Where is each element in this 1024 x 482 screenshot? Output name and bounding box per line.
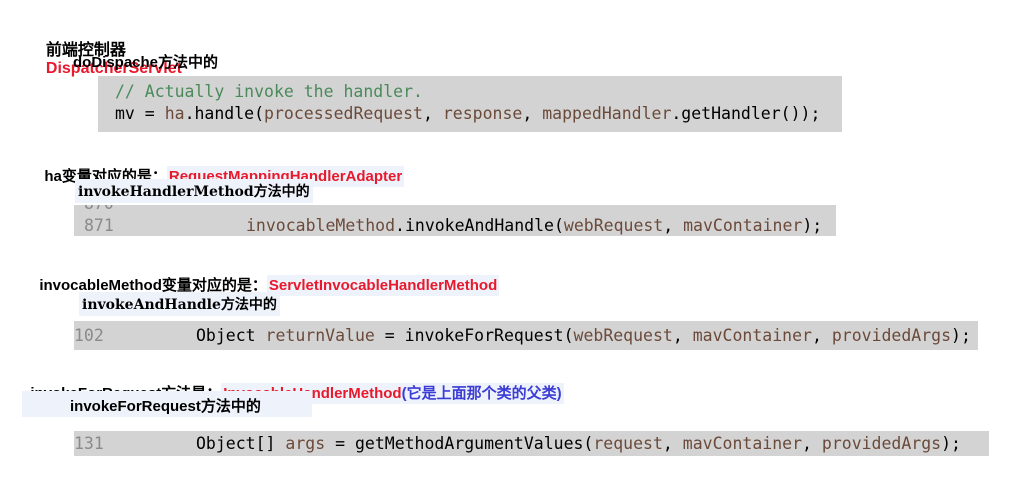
- code-comment: // Actually invoke the handler.: [115, 82, 423, 101]
- subheading-invokeandhandle: invokeAndHandle方法中的: [79, 292, 280, 316]
- code-token: = invokeForRequest(: [374, 326, 574, 345]
- code-line-getmethodargumentvalues: Object[] args = getMethodArgumentValues(…: [196, 434, 961, 453]
- code-token: webRequest: [563, 216, 664, 235]
- code-token: providedArgs: [831, 326, 952, 345]
- subheading-invokeforrequest: invokeForRequest方法中的: [22, 391, 312, 417]
- code-token: ,: [672, 326, 693, 345]
- code-token: webRequest: [573, 326, 673, 345]
- code-token: mavContainer: [692, 326, 812, 345]
- line-number: 131: [74, 434, 104, 453]
- code-token: args: [285, 434, 326, 453]
- subheading-dodispatch: doDispache方法中的: [73, 54, 219, 71]
- code-token: Object: [196, 326, 266, 345]
- code-token: ,: [522, 104, 543, 123]
- heading-invocablemethod-variable: invocableMethod变量对应的是： ServletInvocableHa…: [31, 257, 500, 296]
- code-token: mavContainer: [682, 434, 803, 453]
- code-line-handle: mv = ha.handle(processedRequest, respons…: [115, 104, 820, 123]
- code-token: =: [134, 104, 165, 123]
- code-token: ,: [662, 434, 683, 453]
- code-token: mv: [115, 104, 135, 123]
- code-token: response: [442, 104, 523, 123]
- code-token: ,: [423, 104, 443, 123]
- class-name-servlet-invocable: ServletInvocableHandlerMethod: [266, 275, 500, 296]
- code-token: mavContainer: [683, 216, 803, 235]
- code-token: request: [593, 434, 663, 453]
- code-block-invokeandhandle: 870 871 invocableMethod.invokeAndHandle(…: [74, 205, 836, 236]
- line-number-previous: 870: [84, 205, 114, 213]
- code-line-invokeandhandle: invocableMethod.invokeAndHandle(webReque…: [246, 216, 822, 235]
- code-token: ,: [663, 216, 684, 235]
- code-token: ,: [802, 434, 822, 453]
- class-note: (它是上面那个类的父类): [401, 385, 562, 402]
- code-token: ha: [164, 104, 185, 123]
- code-token: = getMethodArgumentValues(: [325, 434, 594, 453]
- subheading-invokehandlermethod: invokeHandlerMethod方法中的: [75, 179, 313, 203]
- code-token: mappedHandler: [542, 104, 672, 123]
- code-token: );: [941, 434, 961, 453]
- code-token: Object[]: [196, 434, 286, 453]
- code-token: );: [802, 216, 823, 235]
- code-token: .getHandler());: [671, 104, 821, 123]
- code-token: ,: [811, 326, 832, 345]
- code-token: );: [951, 326, 971, 345]
- code-token: providedArgs: [821, 434, 942, 453]
- code-block-handle: // Actually invoke the handler. mv = ha.…: [98, 76, 842, 132]
- code-token: .invokeAndHandle(: [395, 216, 564, 235]
- code-block-getmethodargumentvalues: 131 Object[] args = getMethodArgumentVal…: [74, 431, 989, 456]
- code-line-invokeforrequest: Object returnValue = invokeForRequest(we…: [196, 326, 971, 345]
- line-number: 102: [74, 326, 104, 345]
- subheading-label: invokeForRequest方法中的: [70, 398, 261, 415]
- code-token: processedRequest: [264, 104, 423, 123]
- code-token: returnValue: [265, 326, 375, 345]
- code-token: .handle(: [184, 104, 265, 123]
- line-number: 871: [84, 216, 114, 235]
- code-block-invokeforrequest: 102 Object returnValue = invokeForReques…: [74, 321, 978, 350]
- code-token: invocableMethod: [246, 216, 396, 235]
